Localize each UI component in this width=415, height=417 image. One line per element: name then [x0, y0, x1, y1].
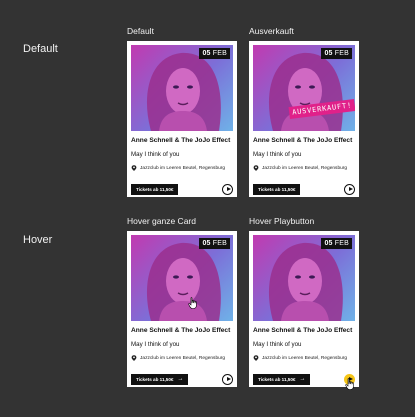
- event-card-hover-play[interactable]: 05 FEB Anne Schnell & The JoJo Effect Ma…: [249, 231, 359, 390]
- tickets-button[interactable]: Tickets ab 11,50€ →: [253, 374, 311, 385]
- event-title: Anne Schnell & The JoJo Effect: [131, 327, 231, 334]
- date-badge: 05 FEB: [199, 238, 230, 249]
- venue-label: Jazzclub im Leeren Beutel, Regensburg: [262, 355, 348, 361]
- venue-label: Jazzclub im Leeren Beutel, Regensburg: [140, 165, 226, 171]
- artist-photo: 05 FEB: [131, 235, 233, 321]
- event-title: Anne Schnell & The JoJo Effect: [253, 327, 353, 334]
- tickets-button-label: Tickets ab 11,50€: [258, 377, 296, 382]
- location-pin-icon: [253, 355, 259, 361]
- play-button[interactable]: [222, 374, 233, 385]
- event-title: Anne Schnell & The JoJo Effect: [253, 137, 353, 144]
- artist-photo: 05 FEB: [253, 235, 355, 321]
- artist-photo: 05 FEB: [131, 45, 233, 131]
- event-subtitle: May I think of you: [131, 341, 180, 348]
- arrow-right-icon: →: [177, 376, 184, 382]
- event-card-sold-out[interactable]: 05 FEB AUSVERKAUFT! Anne Schnell & The J…: [249, 41, 359, 197]
- venue-label: Jazzclub im Leeren Beutel, Regensburg: [140, 355, 226, 361]
- event-venue: Jazzclub im Leeren Beutel, Regensburg: [131, 355, 225, 361]
- row-label-hover: Hover: [23, 234, 53, 246]
- tickets-button-label: Tickets ab 11,50€: [136, 377, 174, 382]
- hand-pointer-icon: [345, 378, 354, 390]
- event-subtitle: May I think of you: [131, 151, 180, 158]
- event-subtitle: May I think of you: [253, 341, 302, 348]
- venue-label: Jazzclub im Leeren Beutel, Regensburg: [262, 165, 348, 171]
- event-card-default[interactable]: 05 FEB Anne Schnell & The JoJo Effect Ma…: [127, 41, 237, 197]
- tickets-button[interactable]: Tickets ab 11,50€: [253, 184, 301, 195]
- play-button[interactable]: [222, 184, 233, 195]
- event-card-hover[interactable]: 05 FEB Anne Schnell & The JoJo Effect Ma…: [127, 231, 237, 387]
- tickets-button[interactable]: Tickets ab 11,50€: [131, 184, 179, 195]
- arrow-right-icon: →: [299, 376, 306, 382]
- date-badge: 05 FEB: [199, 48, 230, 59]
- column-label-sold-out: Ausverkauft: [249, 26, 294, 36]
- date-badge: 05 FEB: [321, 238, 352, 249]
- column-label-default: Default: [127, 26, 154, 36]
- date-badge: 05 FEB: [321, 48, 352, 59]
- event-venue: Jazzclub im Leeren Beutel, Regensburg: [253, 355, 347, 361]
- event-venue: Jazzclub im Leeren Beutel, Regensburg: [253, 165, 347, 171]
- tickets-button[interactable]: Tickets ab 11,50€ →: [131, 374, 189, 385]
- location-pin-icon: [131, 165, 137, 171]
- location-pin-icon: [131, 355, 137, 361]
- tickets-button-label: Tickets ab 11,50€: [136, 187, 174, 192]
- artist-photo: 05 FEB AUSVERKAUFT!: [253, 45, 355, 131]
- location-pin-icon: [253, 165, 259, 171]
- column-label-hover-card: Hover ganze Card: [127, 216, 196, 226]
- event-title: Anne Schnell & The JoJo Effect: [131, 137, 231, 144]
- column-label-hover-play: Hover Playbutton: [249, 216, 315, 226]
- event-subtitle: May I think of you: [253, 151, 302, 158]
- row-label-default: Default: [23, 43, 58, 55]
- hand-pointer-icon: [188, 297, 197, 309]
- tickets-button-label: Tickets ab 11,50€: [258, 187, 296, 192]
- play-button[interactable]: [344, 184, 355, 195]
- event-venue: Jazzclub im Leeren Beutel, Regensburg: [131, 165, 225, 171]
